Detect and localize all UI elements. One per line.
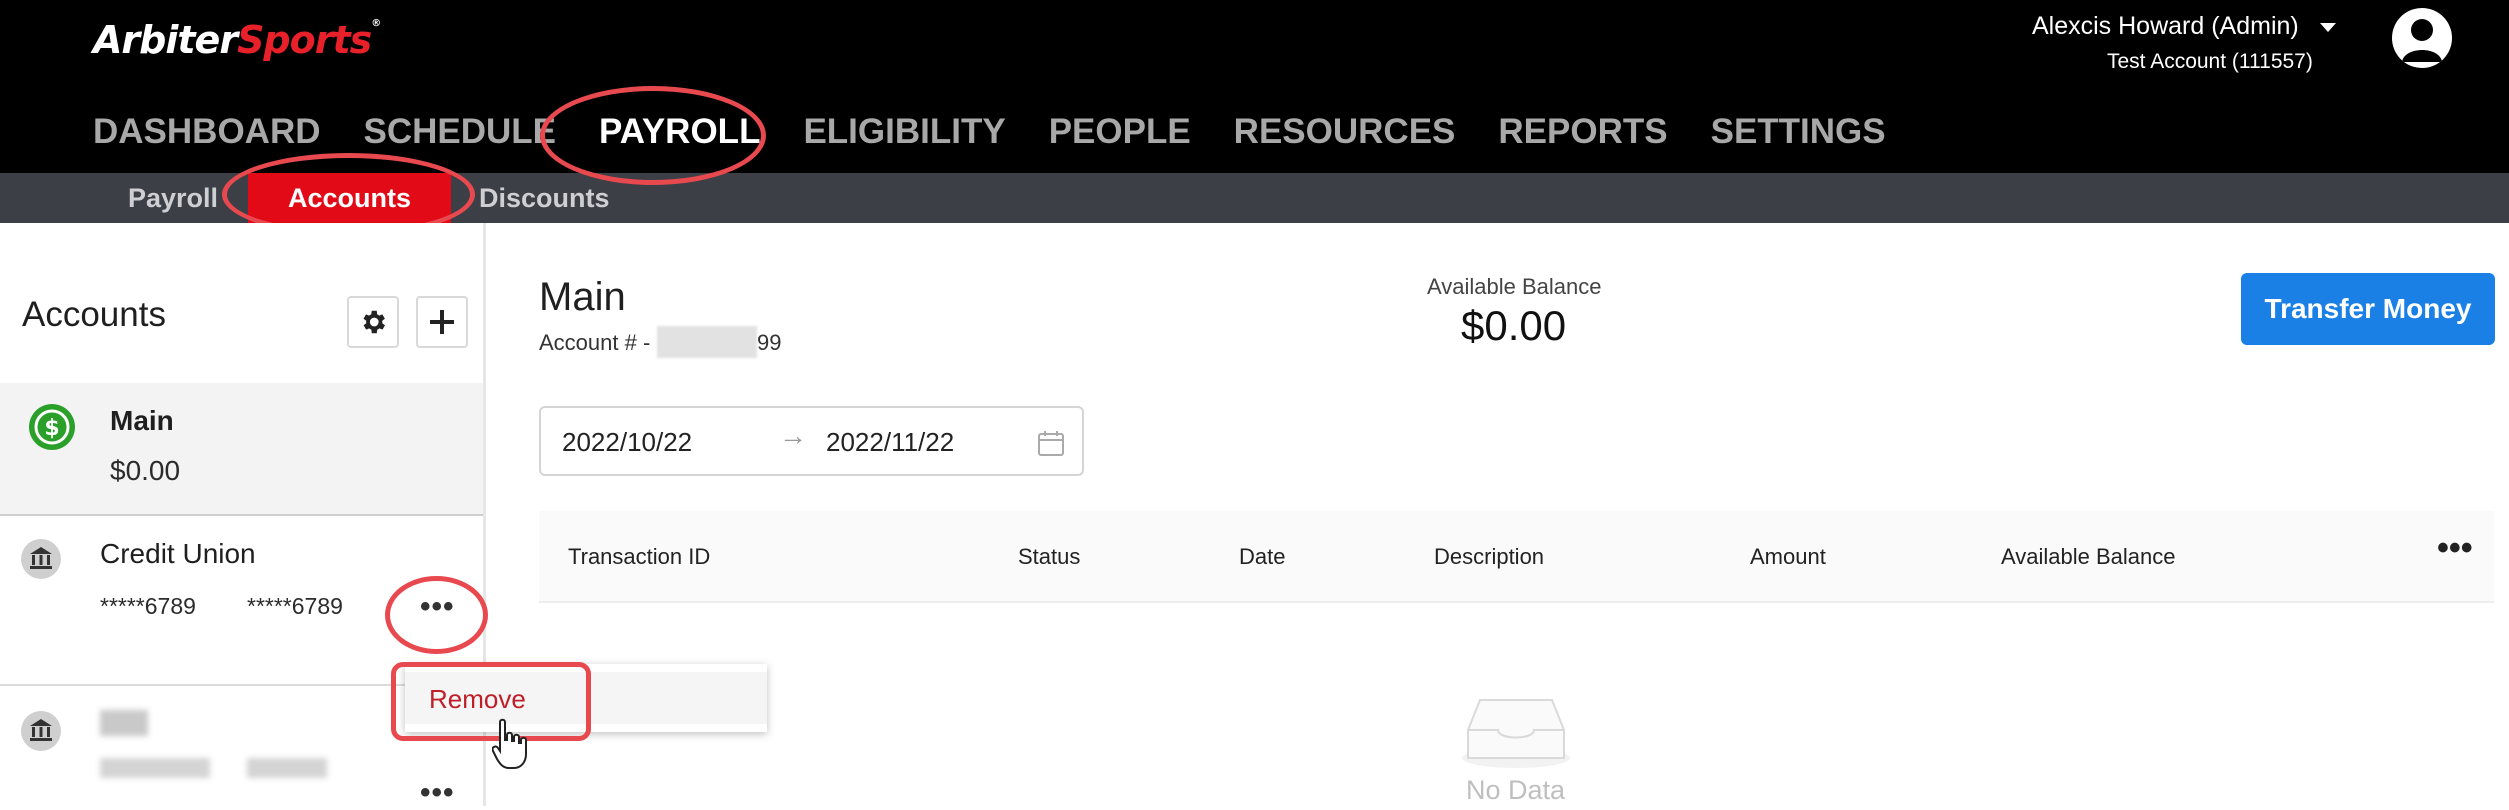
available-balance-value: $0.00: [1461, 302, 1567, 349]
dollar-circle-icon: $: [29, 404, 75, 450]
subnav-accounts[interactable]: Accounts: [248, 173, 452, 223]
redacted-number: [100, 758, 210, 778]
gear-icon: [363, 310, 385, 334]
add-account-button[interactable]: [416, 296, 468, 348]
more-options-icon[interactable]: •••: [420, 776, 455, 810]
account-name: Main: [110, 405, 174, 436]
column-available-balance[interactable]: Available Balance: [2001, 544, 2176, 570]
subnav-payroll[interactable]: Payroll: [128, 173, 218, 223]
column-status[interactable]: Status: [1018, 544, 1080, 570]
main-nav: DASHBOARD SCHEDULE PAYROLL ELIGIBILITY P…: [93, 112, 1929, 152]
arbiter-sports-logo[interactable]: ArbiterSports®: [93, 18, 381, 62]
hand-cursor-icon: [492, 718, 527, 769]
transactions-table-header: Transaction ID Status Date Description A…: [539, 511, 2494, 603]
nav-reports[interactable]: REPORTS: [1498, 112, 1667, 152]
redacted-number: [247, 758, 327, 778]
nav-payroll[interactable]: PAYROLL: [599, 112, 760, 152]
account-number-suffix: 99: [757, 330, 782, 355]
caret-down-icon: [2319, 22, 2336, 32]
account-options-menu: Remove: [405, 664, 767, 732]
account-name: Credit Union: [100, 538, 256, 569]
column-date[interactable]: Date: [1239, 544, 1285, 570]
user-avatar-icon: [2402, 19, 2442, 62]
account-settings-button[interactable]: [347, 296, 399, 348]
transfer-money-button[interactable]: Transfer Money: [2241, 273, 2495, 345]
empty-inbox-icon: [1462, 699, 1570, 768]
remove-label: Remove: [429, 684, 526, 714]
avatar[interactable]: [2392, 8, 2452, 68]
bank-icon: [21, 711, 61, 751]
remove-menu-item[interactable]: Remove: [405, 672, 767, 724]
account-number: *****6789: [100, 593, 196, 619]
redacted-account-number: [657, 326, 757, 358]
start-date[interactable]: 2022/10/22: [562, 427, 692, 458]
nav-settings[interactable]: SETTINGS: [1711, 112, 1886, 152]
calendar-icon: [1038, 431, 1064, 456]
account-item-main[interactable]: $ Main $0.00: [0, 383, 483, 516]
more-options-icon[interactable]: •••: [420, 590, 455, 624]
column-amount[interactable]: Amount: [1750, 544, 1826, 570]
date-range-picker[interactable]: 2022/10/22 → 2022/11/22: [539, 406, 1084, 476]
redacted-name: [100, 710, 148, 736]
sub-nav: Payroll Accounts Discounts: [0, 173, 2509, 223]
column-description[interactable]: Description: [1434, 544, 1544, 570]
svg-text:$: $: [44, 416, 59, 441]
bank-icon: [21, 539, 61, 579]
subnav-discounts[interactable]: Discounts: [479, 173, 610, 223]
nav-resources[interactable]: RESOURCES: [1234, 112, 1456, 152]
nav-people[interactable]: PEOPLE: [1049, 112, 1191, 152]
arrow-right-icon: →: [779, 420, 807, 451]
account-title: Main: [539, 275, 626, 319]
plus-icon: [430, 310, 454, 334]
routing-number: *****6789: [247, 593, 343, 619]
no-data-label: No Data: [1466, 775, 1566, 805]
account-balance: $0.00: [110, 455, 181, 486]
user-name: Alexcis Howard (Admin): [2032, 12, 2299, 40]
top-bar: ArbiterSports® Alexcis Howard (Admin) Te…: [0, 0, 2509, 173]
available-balance-label: Available Balance: [1427, 274, 1602, 299]
end-date[interactable]: 2022/11/22: [826, 427, 954, 458]
user-menu[interactable]: Alexcis Howard (Admin): [2032, 12, 2336, 41]
sidebar-title: Accounts: [22, 295, 166, 334]
account-item-credit-union[interactable]: Credit Union *****6789 *****6789 •••: [0, 518, 483, 686]
nav-eligibility[interactable]: ELIGIBILITY: [803, 112, 1005, 152]
nav-schedule[interactable]: SCHEDULE: [364, 112, 557, 152]
column-transaction-id[interactable]: Transaction ID: [568, 544, 710, 570]
table-more-options-icon[interactable]: •••: [2437, 529, 2473, 568]
account-label: Test Account (111557): [2107, 50, 2313, 73]
account-number-prefix: Account # -: [539, 330, 651, 355]
nav-dashboard[interactable]: DASHBOARD: [93, 112, 321, 152]
